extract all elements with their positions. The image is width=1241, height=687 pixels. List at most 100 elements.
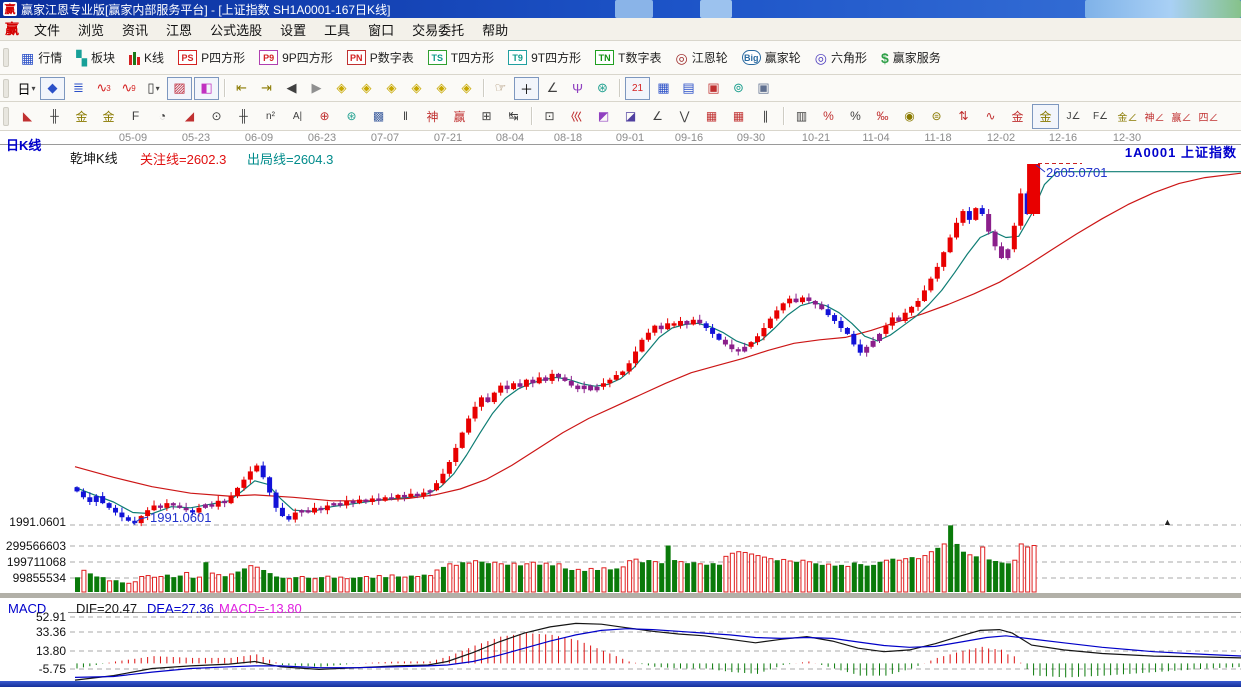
tool-diamond-all[interactable]: ◈ (455, 78, 478, 99)
draw-gold-angle[interactable]: 金∠ (1115, 105, 1140, 128)
toolbar-grip[interactable] (3, 48, 9, 67)
tool-network[interactable]: ⊚ (727, 78, 750, 99)
draw-shen-grid[interactable]: 神 (420, 105, 445, 128)
toolbar-button-nine-p-square[interactable]: P99P四方形 (252, 46, 340, 69)
menu-help[interactable]: 帮助 (473, 18, 517, 41)
draw-f-angle[interactable]: F∠ (1088, 105, 1113, 128)
tool-period-day[interactable]: 日▾ (15, 78, 38, 99)
toolbar-button-hexagon[interactable]: ◎六角形 (808, 46, 874, 69)
tool-qiankun-pattern[interactable]: ◆ (40, 77, 65, 100)
tool-info-list[interactable]: ≣ (67, 78, 90, 99)
draw-mirror-a[interactable]: A| (285, 105, 310, 128)
tool-diamond-right[interactable]: ◈ (355, 78, 378, 99)
draw-permille[interactable]: ‰ (870, 105, 895, 128)
draw-count-pen[interactable]: ⇅ (951, 105, 976, 128)
draw-zigzag[interactable]: ⋁ (672, 105, 697, 128)
toolbar-button-sectors[interactable]: ▚板块 (69, 46, 122, 69)
draw-price-grid-a[interactable]: ▦ (699, 105, 724, 128)
draw-spiral[interactable]: ◔ (150, 105, 175, 128)
toolbar-button-t-number-table[interactable]: TNT数字表 (588, 46, 668, 69)
tool-spiral-web[interactable]: ⊛ (591, 78, 614, 99)
tool-step-back[interactable]: ◀ (280, 78, 303, 99)
draw-box-tool[interactable]: ⊡ (537, 105, 562, 128)
tool-volume-distribution[interactable]: ◧ (194, 77, 219, 100)
tool-pattern-box[interactable]: ▨ (167, 77, 192, 100)
toolbar-button-p-square[interactable]: PSP四方形 (171, 46, 252, 69)
draw-wave-tool[interactable]: ∿ (978, 105, 1003, 128)
tool-notes[interactable]: ▤ (677, 78, 700, 99)
draw-scale-rule[interactable]: ▥ (789, 105, 814, 128)
draw-n-square[interactable]: n² (258, 105, 283, 128)
tool-jump-first[interactable]: ⇤ (230, 78, 253, 99)
draw-parallel-lines[interactable]: ∥ (753, 105, 778, 128)
draw-red-brush[interactable]: ◢ (177, 105, 202, 128)
draw-shen-angle[interactable]: 神∠ (1142, 105, 1167, 128)
draw-fan-brush[interactable]: ◣ (15, 105, 40, 128)
tool-save[interactable]: ▣ (702, 78, 725, 99)
draw-ruler-grid[interactable]: ⊞ (474, 105, 499, 128)
toolbar-grip[interactable] (3, 107, 9, 126)
tool-crosshair[interactable]: ＋ (514, 77, 539, 100)
draw-gann-box-b[interactable]: ◪ (618, 105, 643, 128)
draw-gold-grid-2[interactable]: 金 (96, 105, 121, 128)
draw-web-box[interactable]: ▩ (366, 105, 391, 128)
menu-settings[interactable]: 设置 (271, 18, 315, 41)
draw-j-angle[interactable]: J∠ (1061, 105, 1086, 128)
toolbar-grip[interactable] (3, 79, 9, 98)
menu-file[interactable]: 文件 (25, 18, 69, 41)
menu-formula-picker[interactable]: 公式选股 (201, 18, 271, 41)
menu-gann[interactable]: 江恩 (157, 18, 201, 41)
draw-spider-web[interactable]: ⊛ (339, 105, 364, 128)
draw-win-box[interactable]: 赢 (447, 105, 472, 128)
symbol-label[interactable]: 1A0001 上证指数 (1125, 142, 1237, 161)
tool-angle-ruler[interactable]: ∠ (541, 78, 564, 99)
draw-gold-box[interactable]: 金 (1032, 104, 1059, 129)
tool-pan-hand[interactable]: ☞ (489, 78, 512, 99)
tool-calculator[interactable]: ▦ (652, 78, 675, 99)
draw-span-measure[interactable]: ↹ (501, 105, 526, 128)
toolbar-button-winner-service[interactable]: $赢家服务 (874, 46, 948, 69)
toolbar-button-t-square[interactable]: TST四方形 (421, 46, 501, 69)
draw-gold-underline[interactable]: 金 (1005, 105, 1030, 128)
draw-price-grid-b[interactable]: ▦ (726, 105, 751, 128)
tool-single-kline[interactable]: ▯▾ (142, 78, 165, 99)
tool-jump-last[interactable]: ⇥ (255, 78, 278, 99)
tool-calendar-21[interactable]: 21 (625, 77, 650, 100)
tool-wave-3[interactable]: ∿3 (92, 78, 115, 99)
toolbar-button-winner-wheel[interactable]: Big赢家轮 (735, 46, 808, 69)
draw-gann-fan[interactable]: 巛 (564, 105, 589, 128)
toolbar-button-nine-t-square[interactable]: T99T四方形 (501, 46, 588, 69)
draw-percent-line[interactable]: % (816, 105, 841, 128)
draw-percent[interactable]: % (843, 105, 868, 128)
tool-diamond-left[interactable]: ◈ (330, 78, 353, 99)
tool-gann-tool[interactable]: Ψ (566, 78, 589, 99)
draw-gold-circle[interactable]: ◉ (897, 105, 922, 128)
menu-trade-order[interactable]: 交易委托 (403, 18, 473, 41)
draw-gann-box-a[interactable]: ◩ (591, 105, 616, 128)
tool-diamond-horizontal[interactable]: ◈ (380, 78, 403, 99)
draw-time-circle[interactable]: ⊙ (204, 105, 229, 128)
tool-step-forward[interactable]: ▶ (305, 78, 328, 99)
tool-diamond-cross[interactable]: ◈ (430, 78, 453, 99)
menu-tools[interactable]: 工具 (315, 18, 359, 41)
draw-gann-comb[interactable]: ╫ (42, 105, 67, 128)
draw-circle-cross[interactable]: ⊕ (312, 105, 337, 128)
toolbar-button-p-number-table[interactable]: PNP数字表 (340, 46, 421, 69)
draw-angle-line[interactable]: ∠ (645, 105, 670, 128)
toolbar-button-kline[interactable]: K线 (122, 46, 171, 69)
draw-comb-2[interactable]: ╫ (231, 105, 256, 128)
draw-gold-grid-1[interactable]: 金 (69, 105, 94, 128)
toolbar-button-gann-wheel[interactable]: ◎江恩轮 (668, 46, 734, 69)
menu-browse[interactable]: 浏览 (69, 18, 113, 41)
draw-gold-level[interactable]: ⊜ (924, 105, 949, 128)
pane-period-label[interactable]: 日K线 (6, 135, 41, 154)
menu-window[interactable]: 窗口 (359, 18, 403, 41)
draw-four-angle[interactable]: 四∠ (1196, 105, 1221, 128)
menu-news[interactable]: 资讯 (113, 18, 157, 41)
draw-fibonacci-lines[interactable]: F (123, 105, 148, 128)
draw-win-angle[interactable]: 赢∠ (1169, 105, 1194, 128)
toolbar-button-quotes[interactable]: ▦行情 (14, 46, 69, 69)
tool-workstation[interactable]: ▣ (752, 78, 775, 99)
draw-pulse-mark[interactable]: ǁ (393, 105, 418, 128)
tool-wave-9[interactable]: ∿9 (117, 78, 140, 99)
